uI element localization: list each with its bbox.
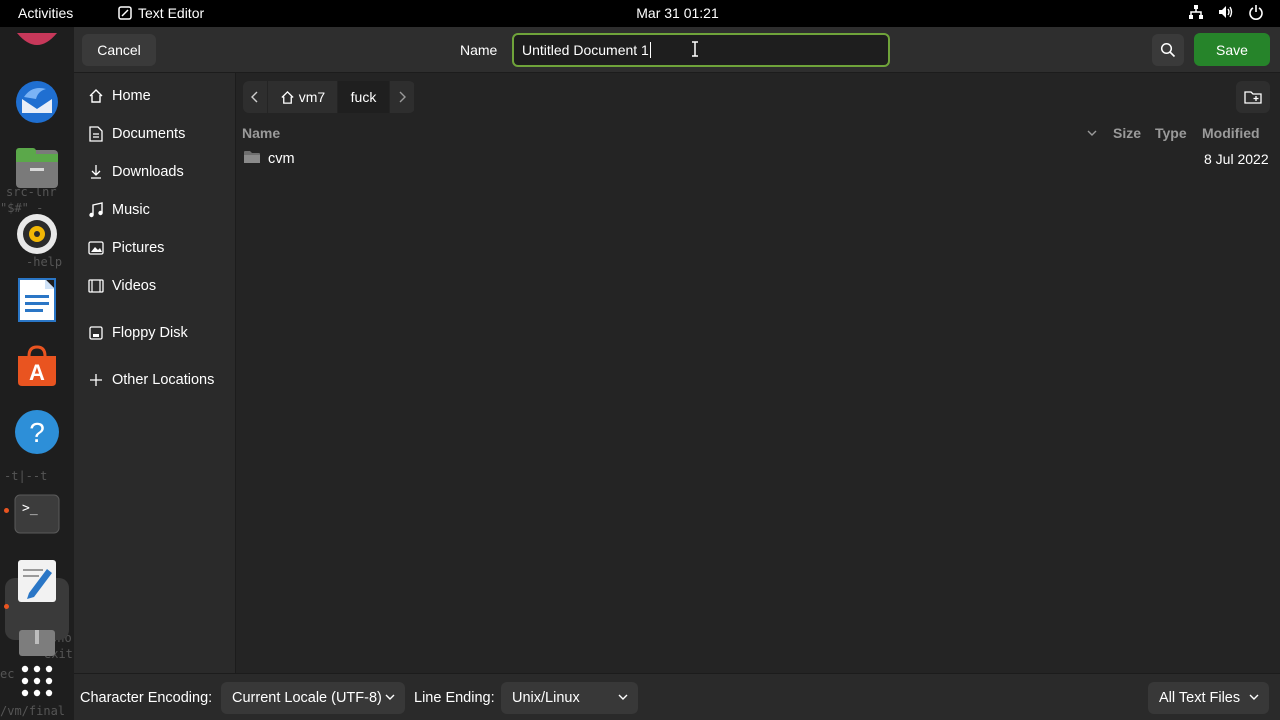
cancel-button[interactable]: Cancel bbox=[82, 34, 156, 66]
chevron-down-icon bbox=[385, 694, 395, 700]
libreoffice-writer-icon[interactable] bbox=[13, 276, 61, 324]
sidebar-item-downloads[interactable]: Downloads bbox=[74, 157, 236, 187]
file-filter-value: All Text Files bbox=[1159, 690, 1241, 706]
help-icon[interactable]: ? bbox=[13, 408, 61, 456]
new-folder-icon bbox=[1244, 91, 1262, 104]
path-bar: vm7 fuck bbox=[243, 81, 415, 113]
sidebar-item-other-locations[interactable]: Other Locations bbox=[74, 365, 236, 395]
music-icon bbox=[88, 202, 104, 218]
encoding-value: Current Locale (UTF-8) bbox=[232, 690, 382, 706]
sidebar-item-documents[interactable]: Documents bbox=[74, 119, 236, 149]
sidebar-item-label: Documents bbox=[112, 126, 186, 142]
text-cursor bbox=[649, 42, 651, 58]
path-segment-label: vm7 bbox=[298, 89, 326, 105]
filename-input[interactable]: Untitled Document 1 bbox=[512, 33, 890, 67]
document-icon bbox=[88, 126, 104, 142]
places-sidebar: Home Documents Downloads Music Pictures … bbox=[74, 73, 236, 673]
search-button[interactable] bbox=[1152, 34, 1184, 66]
sidebar-item-home[interactable]: Home bbox=[74, 81, 236, 111]
path-back-button[interactable] bbox=[243, 81, 268, 113]
line-ending-value: Unix/Linux bbox=[512, 690, 580, 706]
show-apps-icon[interactable] bbox=[13, 657, 61, 705]
sidebar-item-label: Music bbox=[112, 202, 150, 218]
thunderbird-icon[interactable] bbox=[13, 78, 61, 126]
filename-value: Untitled Document 1 bbox=[522, 42, 649, 58]
sidebar-item-floppy-disk[interactable]: Floppy Disk bbox=[74, 318, 236, 348]
chevron-left-icon bbox=[251, 91, 258, 103]
sidebar-item-label: Home bbox=[112, 88, 151, 104]
path-segment-current[interactable]: fuck bbox=[338, 81, 390, 113]
line-ending-label: Line Ending: bbox=[414, 690, 495, 706]
sidebar-item-pictures[interactable]: Pictures bbox=[74, 233, 236, 263]
clock[interactable]: Mar 31 01:21 bbox=[0, 5, 1280, 21]
encoding-dropdown[interactable]: Current Locale (UTF-8) bbox=[221, 682, 405, 714]
download-icon bbox=[88, 164, 104, 180]
save-button[interactable]: Save bbox=[1194, 33, 1270, 66]
path-segment-home[interactable]: vm7 bbox=[268, 81, 338, 113]
folder-icon bbox=[244, 151, 260, 163]
sidebar-item-label: Floppy Disk bbox=[112, 325, 188, 341]
volume-icon[interactable] bbox=[1218, 4, 1234, 20]
system-tray[interactable] bbox=[1188, 4, 1264, 20]
video-icon bbox=[88, 278, 104, 294]
dock: src-lnr "$#" - -help -t|--t sho exit ec … bbox=[0, 27, 74, 720]
svg-text:?: ? bbox=[29, 417, 45, 448]
sidebar-item-label: Videos bbox=[112, 278, 157, 294]
background-terminal-text: -t|--t bbox=[4, 469, 48, 483]
sidebar-item-videos[interactable]: Videos bbox=[74, 271, 236, 301]
sidebar-item-label: Downloads bbox=[112, 164, 184, 180]
sidebar-item-label: Other Locations bbox=[112, 372, 215, 388]
picture-icon bbox=[88, 240, 104, 256]
encoding-label: Character Encoding: bbox=[80, 690, 213, 706]
new-folder-button[interactable] bbox=[1236, 81, 1270, 113]
running-indicator bbox=[4, 604, 9, 609]
app-center-icon[interactable]: A bbox=[13, 342, 61, 390]
file-filter-dropdown[interactable]: All Text Files bbox=[1148, 682, 1269, 714]
column-header-size[interactable]: Size bbox=[1113, 125, 1141, 141]
column-header-type[interactable]: Type bbox=[1155, 125, 1187, 141]
power-icon[interactable] bbox=[1248, 4, 1264, 20]
sidebar-item-label: Pictures bbox=[112, 240, 165, 256]
chevron-down-icon bbox=[1249, 694, 1259, 700]
sort-descending-icon[interactable] bbox=[1087, 129, 1097, 137]
sidebar-item-music[interactable]: Music bbox=[74, 195, 236, 225]
table-row[interactable]: cvm 8 Jul 2022 bbox=[236, 147, 1280, 171]
text-editor-icon[interactable] bbox=[13, 557, 61, 605]
chevron-right-icon bbox=[399, 91, 406, 103]
home-icon bbox=[88, 88, 104, 104]
path-forward-button[interactable] bbox=[390, 81, 415, 113]
options-bar: Character Encoding: Current Locale (UTF-… bbox=[74, 673, 1280, 720]
column-header-name[interactable]: Name bbox=[242, 125, 280, 141]
column-header-modified[interactable]: Modified bbox=[1202, 125, 1260, 141]
file-browser: vm7 fuck Name Size Type Modified cvm 8 J… bbox=[236, 73, 1280, 673]
files-icon[interactable] bbox=[13, 144, 61, 192]
svg-text:>_: >_ bbox=[22, 501, 38, 516]
line-ending-dropdown[interactable]: Unix/Linux bbox=[501, 682, 638, 714]
svg-text:A: A bbox=[29, 360, 45, 385]
path-segment-label: fuck bbox=[350, 89, 377, 105]
top-bar: Activities Text Editor Mar 31 01:21 bbox=[0, 0, 1280, 27]
terminal-icon[interactable]: >_ bbox=[13, 490, 61, 538]
plus-icon bbox=[88, 372, 104, 388]
file-name: cvm bbox=[268, 151, 295, 167]
background-terminal-text: /vm/final bbox=[0, 704, 66, 718]
name-label: Name bbox=[460, 42, 498, 58]
rhythmbox-icon[interactable] bbox=[13, 210, 61, 258]
ubuntu-icon[interactable] bbox=[13, 19, 61, 67]
chevron-down-icon bbox=[618, 694, 628, 700]
search-icon bbox=[1160, 42, 1176, 58]
file-modified: 8 Jul 2022 bbox=[1204, 151, 1269, 167]
running-indicator bbox=[4, 508, 9, 513]
floppy-disk-icon bbox=[88, 325, 104, 341]
dialog-header: Cancel Name Untitled Document 1 Save bbox=[74, 27, 1280, 73]
i-beam-cursor-icon bbox=[692, 41, 698, 57]
network-icon[interactable] bbox=[1188, 4, 1204, 20]
home-icon bbox=[281, 90, 294, 104]
